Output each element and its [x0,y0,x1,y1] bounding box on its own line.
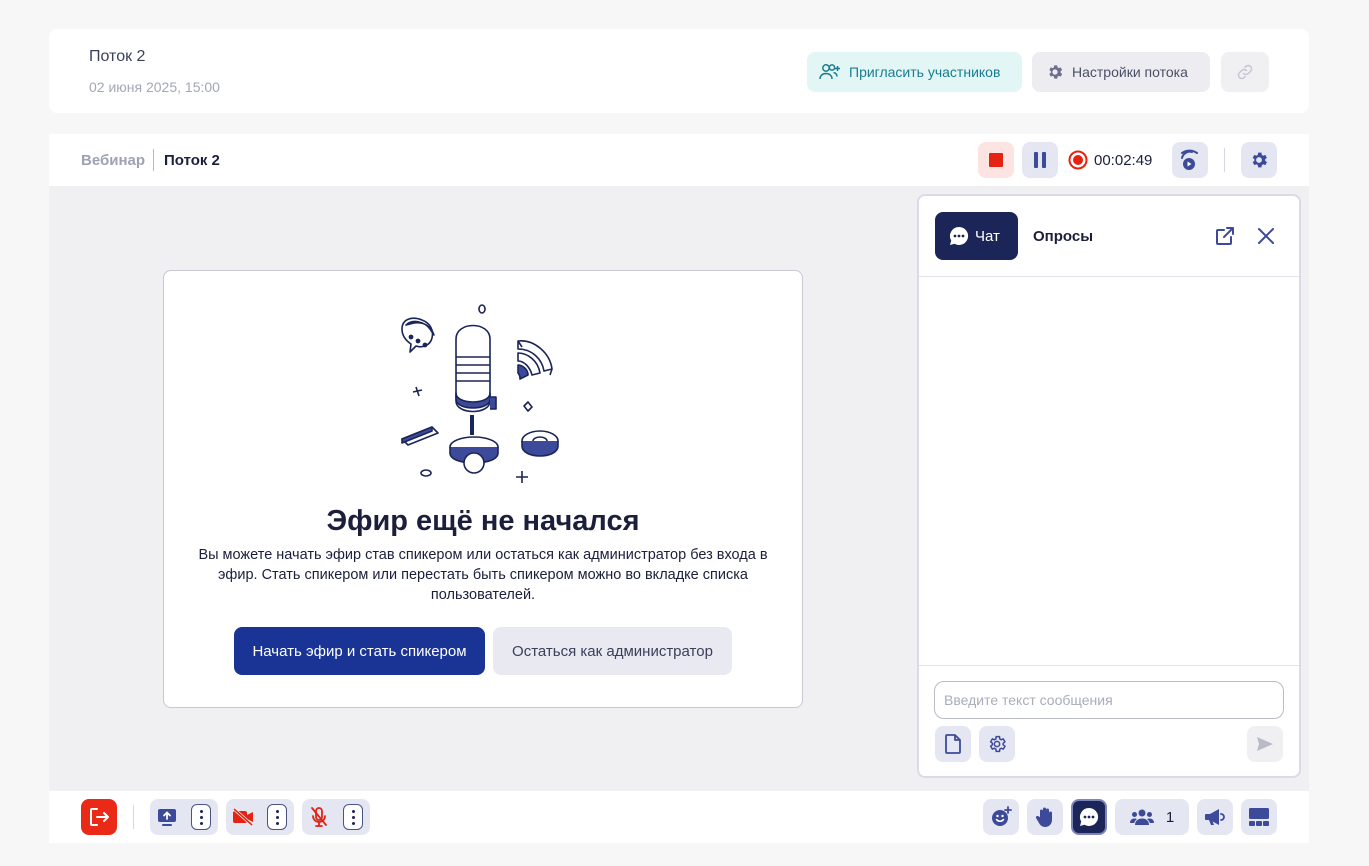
participants-button[interactable]: 1 [1115,799,1189,835]
kebab-icon [343,804,363,830]
add-user-icon [819,64,840,80]
chat-panel: Чат Опросы [917,194,1301,778]
copy-link-button[interactable] [1221,52,1269,92]
invite-participants-button[interactable]: Пригласить участников [807,52,1022,92]
invite-participants-label: Пригласить участников [849,64,1001,80]
chat-divider [919,665,1299,666]
mic-off-icon [311,807,327,827]
breadcrumb-webinar[interactable]: Вебинар [81,152,145,169]
start-broadcast-button[interactable]: Начать эфир и стать спикером [234,627,485,675]
raise-hand-button[interactable] [1027,799,1063,835]
screen-share-icon [158,809,176,826]
gear-icon [1049,65,1063,79]
attach-file-button[interactable] [935,726,971,762]
send-icon [1257,737,1273,751]
pause-recording-button[interactable] [1022,142,1058,178]
microphone-control [302,799,370,835]
microphone-options-button[interactable] [336,799,370,835]
camera-toggle-button[interactable] [226,799,260,835]
notice-text: Вы можете начать эфир став спикером или … [198,547,768,603]
participants-count: 1 [1165,808,1175,826]
broadcast-icon [1181,149,1198,170]
close-icon[interactable] [1255,225,1277,247]
chat-message-input[interactable] [934,681,1284,719]
recording-timer: 00:02:49 [1094,152,1153,169]
stream-date: 02 июня 2025, 15:00 [89,79,220,95]
stop-icon [989,153,1003,167]
layout-icon [1249,808,1269,826]
record-icon [1068,150,1088,170]
stream-settings-label: Настройки потока [1072,64,1188,80]
room-header: Вебинар Поток 2 00:02:49 [49,134,1309,186]
broadcast-not-started-card: Эфир ещё не начался Вы можете начать эфи… [163,270,803,708]
header-divider [1224,148,1225,172]
layout-button[interactable] [1241,799,1277,835]
control-toolbar: 1 [49,791,1309,843]
chat-toggle-button[interactable] [1071,799,1107,835]
emoji-add-icon [992,806,1012,826]
gear-icon [989,735,1006,753]
external-link-icon[interactable] [1214,225,1236,247]
toolbar-divider [133,805,134,829]
screen-share-control [150,799,218,835]
tab-chat[interactable]: Чат [935,212,1018,260]
kebab-icon [267,804,287,830]
broadcast-button[interactable] [1172,142,1208,178]
stream-settings-button[interactable]: Настройки потока [1032,52,1210,92]
chat-bubble-icon [1079,807,1099,826]
hand-icon [1035,807,1052,827]
leave-room-button[interactable] [81,799,117,835]
notice-title: Эфир ещё не начался [326,505,640,537]
microphone-illustration [401,304,559,483]
screen-share-options-button[interactable] [184,799,218,835]
announcement-button[interactable] [1197,799,1233,835]
kebab-icon [191,804,211,830]
reactions-button[interactable] [983,799,1019,835]
link-icon [1237,64,1253,80]
stream-title: Поток 2 [89,48,146,65]
room-settings-button[interactable] [1241,142,1277,178]
webinar-room: Вебинар Поток 2 00:02:49 Эфир ещё не нач… [49,134,1309,843]
file-icon [945,734,961,754]
gear-icon [1252,152,1267,168]
chat-settings-button[interactable] [979,726,1015,762]
tab-chat-label: Чат [975,227,1000,245]
stop-recording-button[interactable] [978,142,1014,178]
camera-off-icon [233,808,253,826]
users-icon [1129,809,1154,825]
camera-options-button[interactable] [260,799,294,835]
send-message-button[interactable] [1247,726,1283,762]
megaphone-icon [1205,809,1225,825]
camera-control [226,799,294,835]
breadcrumb-separator [153,149,154,171]
exit-icon [90,808,109,826]
pause-icon [1034,152,1046,168]
screen-share-button[interactable] [150,799,184,835]
chat-bubble-icon [949,226,969,245]
stay-admin-button[interactable]: Остаться как администратор [493,627,732,675]
chat-divider [919,276,1299,277]
breadcrumb-current: Поток 2 [164,152,220,169]
tab-polls[interactable]: Опросы [1033,228,1093,245]
stream-info-card: Поток 2 02 июня 2025, 15:00 Пригласить у… [49,29,1309,113]
microphone-toggle-button[interactable] [302,799,336,835]
